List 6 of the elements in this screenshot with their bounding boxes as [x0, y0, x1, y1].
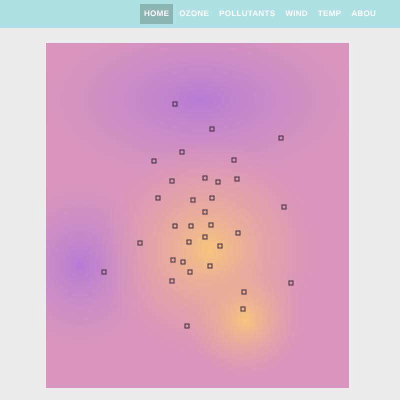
nav-link[interactable]: OZONE: [175, 4, 214, 24]
nav-link[interactable]: HOME: [140, 4, 174, 24]
nav-link[interactable]: WIND: [281, 4, 312, 24]
nav-link[interactable]: POLLUTANTS: [215, 4, 280, 24]
nav-link[interactable]: ABOU: [347, 4, 380, 24]
nav-link[interactable]: TEMP: [314, 4, 346, 24]
